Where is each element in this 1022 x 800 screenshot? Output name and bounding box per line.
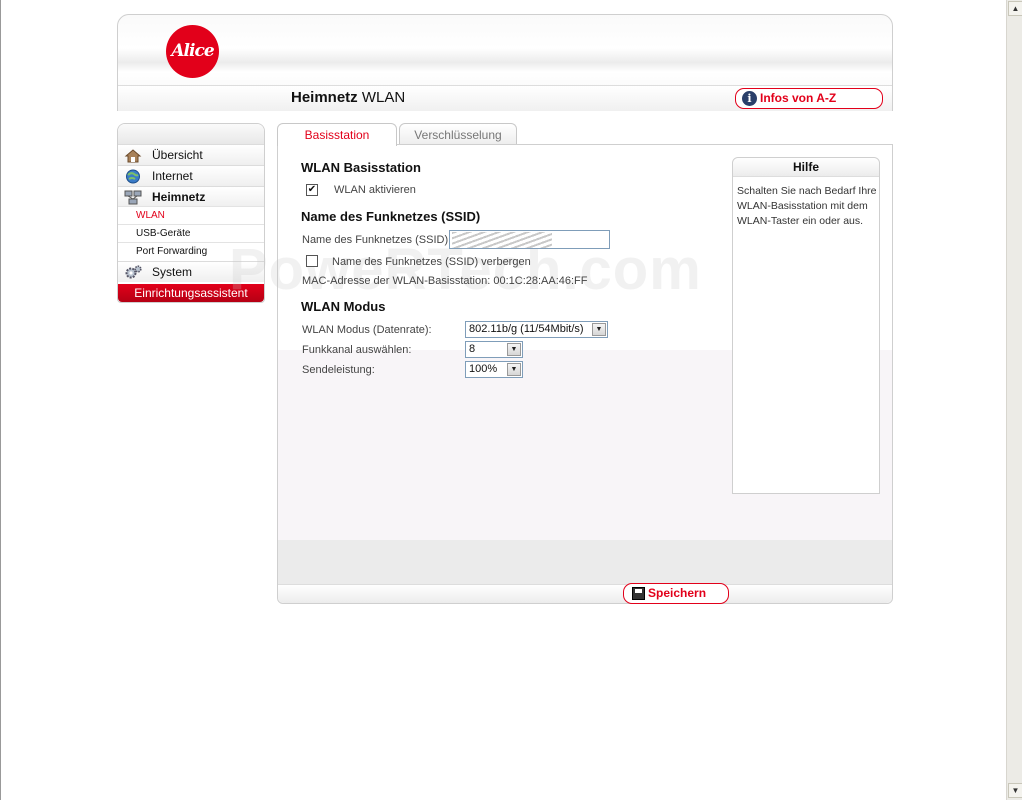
sidebar-header [118,124,264,144]
save-label: Speichern [648,586,707,600]
globe-icon [124,169,142,184]
chevron-down-icon[interactable]: ▼ [507,343,521,356]
section-title-wlan-modus: WLAN Modus [301,299,386,314]
chevron-down-icon[interactable]: ▼ [592,323,606,336]
mac-address-text: MAC-Adresse der WLAN-Basisstation: 00:1C… [302,275,588,287]
sidebar-item-label: Internet [152,169,193,183]
scroll-up-icon[interactable]: ▲ [1008,1,1022,16]
sidebar-item-label: Heimnetz [152,190,206,204]
sidebar-item-label: System [152,265,193,279]
channel-select[interactable]: 8 ▼ [465,341,523,358]
section-title-wlan-basisstation: WLAN Basisstation [301,160,421,175]
infos-a-z-button[interactable]: i Infos von A-Z [735,88,883,109]
scroll-down-icon[interactable]: ▼ [1008,783,1022,798]
page-title-sub: WLAN [357,89,406,106]
sidebar-item-internet[interactable]: Internet [118,165,264,186]
help-title: Hilfe [733,158,879,177]
channel-select-value: 8 [469,343,476,355]
section-title-ssid: Name des Funknetzes (SSID) [301,209,481,224]
network-icon [124,190,142,205]
gear-icon [124,265,142,280]
page-title-section: Heimnetz [291,89,358,106]
floppy-disk-icon [632,587,645,600]
infos-a-z-label: Infos von A-Z [760,91,837,105]
vertical-scrollbar[interactable]: ▲ ▼ [1006,0,1022,800]
page-title: Heimnetz WLAN [291,89,405,106]
ssid-label: Name des Funknetzes (SSID): [302,234,452,246]
ssid-input[interactable] [449,230,610,249]
mode-label: WLAN Modus (Datenrate): [302,324,432,336]
chevron-down-icon[interactable]: ▼ [507,363,521,376]
mode-select[interactable]: 802.11b/g (11/54Mbit/s) ▼ [465,321,608,338]
sidebar-item-uebersicht[interactable]: Übersicht [118,144,264,165]
ssid-redaction [452,232,552,248]
power-select-value: 100% [469,363,498,375]
sidebar-subitem-wlan[interactable]: WLAN [118,206,264,224]
alice-logo[interactable]: Alice [166,25,219,78]
info-icon: i [742,91,757,106]
channel-label: Funkkanal auswählen: [302,344,412,356]
sidebar-item-label: Übersicht [152,148,203,162]
mode-select-value: 802.11b/g (11/54Mbit/s) [469,323,584,335]
content-panel-footer [278,584,892,603]
power-label: Sendeleistung: [302,364,375,376]
content-panel-footer-band [278,540,892,584]
wlan-enable-label: WLAN aktivieren [334,184,416,196]
power-select[interactable]: 100% ▼ [465,361,523,378]
tab-verschluesselung[interactable]: Verschlüsselung [399,123,517,145]
tab-basisstation[interactable]: Basisstation [277,123,397,146]
save-button[interactable]: Speichern [623,583,729,604]
help-text: Schalten Sie nach Bedarf Ihre WLAN-Basis… [737,185,877,227]
sidebar-item-heimnetz[interactable]: Heimnetz [118,186,264,207]
ssid-hide-label: Name des Funknetzes (SSID) verbergen [332,256,531,268]
wlan-enable-checkbox[interactable]: ✔ [306,184,318,196]
ssid-hide-checkbox[interactable] [306,255,318,267]
home-icon [124,148,142,163]
